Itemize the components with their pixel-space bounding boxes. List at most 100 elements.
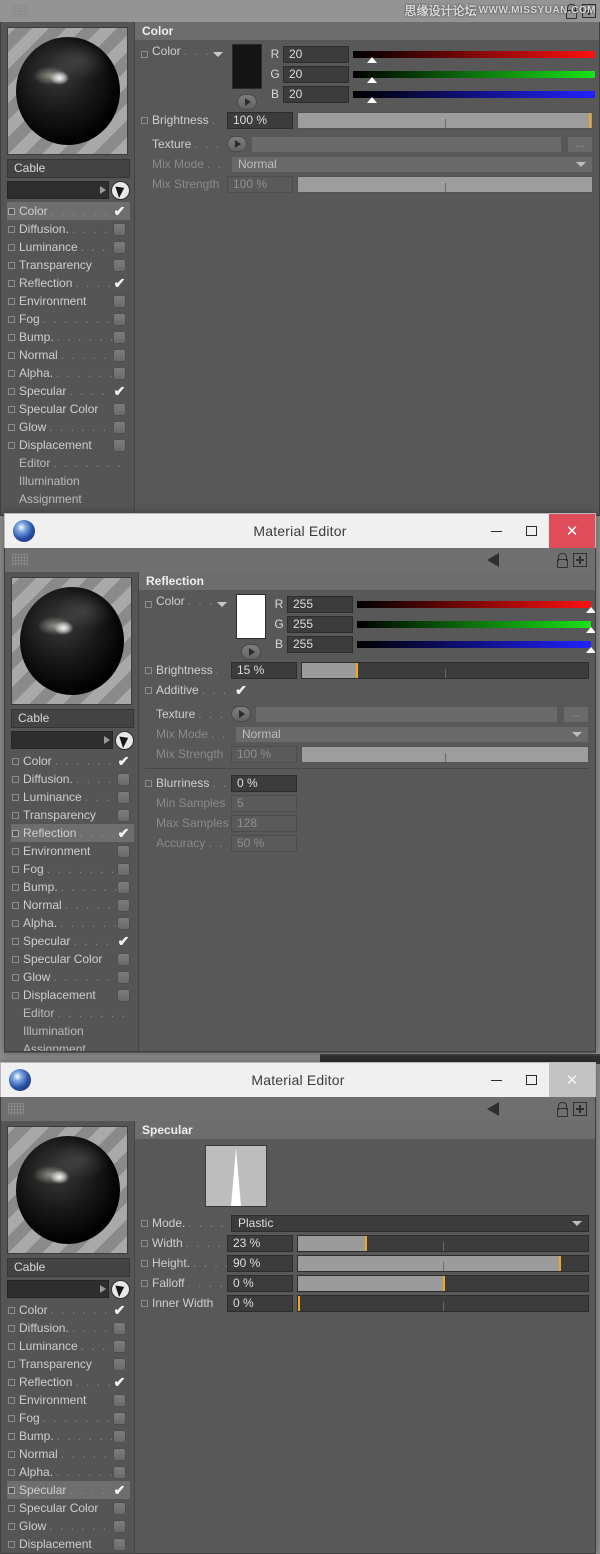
channel-row-luminance[interactable]: Luminance. . . [11, 788, 134, 806]
channel-enable-checkbox[interactable] [8, 1541, 15, 1548]
channel-row-color[interactable]: Color. . . . . . . .✔ [7, 1301, 130, 1319]
channel-row-specular[interactable]: Specular. . . . .✔ [7, 382, 130, 400]
channel-enable-checkbox[interactable] [8, 1379, 15, 1386]
color-checkbox[interactable] [145, 601, 152, 608]
channel-row-diffusion[interactable]: Diffusion.. . . . [7, 220, 130, 238]
color-expand-button[interactable] [237, 94, 257, 110]
channel-check-icon[interactable]: ✔ [111, 205, 128, 218]
channel-toggle-button[interactable] [113, 1358, 126, 1371]
innerwidth-slider[interactable] [297, 1295, 589, 1312]
mode-combo[interactable]: Plastic [231, 1215, 589, 1232]
close-button[interactable]: ✕ [549, 1063, 595, 1097]
channel-enable-checkbox[interactable] [8, 370, 15, 377]
channel-enable-checkbox[interactable] [12, 902, 19, 909]
pick-cursor-button[interactable] [111, 1280, 130, 1299]
color-chevron-down-icon[interactable] [217, 602, 227, 607]
material-preview[interactable] [7, 1126, 128, 1254]
brightness-slider[interactable] [301, 662, 589, 679]
channel-enable-checkbox[interactable] [12, 776, 19, 783]
channel-toggle-button[interactable] [117, 773, 130, 786]
channel-toggle-button[interactable] [113, 439, 126, 452]
channel-toggle-button[interactable] [113, 1538, 126, 1551]
channel-enable-checkbox[interactable] [8, 1433, 15, 1440]
texture-browse-button[interactable]: ... [567, 136, 593, 153]
channel-enable-checkbox[interactable] [8, 352, 15, 359]
mixmode-combo[interactable]: Normal [235, 726, 589, 743]
falloff-field[interactable]: 0 % [227, 1275, 293, 1292]
mixstrength-slider[interactable] [301, 746, 589, 763]
innerwidth-checkbox[interactable] [141, 1300, 148, 1307]
channel-toggle-button[interactable] [117, 953, 130, 966]
channel-toggle-button[interactable] [113, 1394, 126, 1407]
material-name-field[interactable]: Cable [11, 709, 134, 728]
window3-titlebar[interactable]: Material Editor ✕ [0, 1062, 596, 1097]
color-chevron-down-icon[interactable] [213, 52, 223, 57]
b-field[interactable]: 255 [287, 636, 353, 653]
channel-enable-checkbox[interactable] [8, 334, 15, 341]
g-slider[interactable] [357, 616, 591, 633]
b-slider[interactable] [357, 636, 591, 653]
channel-link-editor[interactable]: Editor. . . . . . . [11, 1004, 134, 1022]
brightness-checkbox[interactable] [145, 667, 152, 674]
channel-enable-checkbox[interactable] [12, 830, 19, 837]
channel-row-normal[interactable]: Normal. . . . . . [7, 346, 130, 364]
channel-toggle-button[interactable] [113, 295, 126, 308]
channel-row-color[interactable]: Color. . . . . . . .✔ [11, 752, 134, 770]
channel-row-bump[interactable]: Bump.. . . . . . . [7, 1427, 130, 1445]
channel-toggle-button[interactable] [113, 223, 126, 236]
minimize-button[interactable] [479, 514, 514, 548]
b-field[interactable]: 20 [283, 86, 349, 103]
channel-toggle-button[interactable] [113, 313, 126, 326]
channel-enable-checkbox[interactable] [8, 1505, 15, 1512]
channel-row-displacement[interactable]: Displacement [11, 986, 134, 1004]
channel-enable-checkbox[interactable] [8, 1451, 15, 1458]
channel-enable-checkbox[interactable] [8, 208, 15, 215]
additive-checkbox[interactable] [145, 687, 152, 694]
texture-browse-button[interactable]: ... [563, 706, 589, 723]
channel-toggle-button[interactable] [117, 971, 130, 984]
height-checkbox[interactable] [141, 1260, 148, 1267]
channel-link-illumination[interactable]: Illumination [7, 472, 130, 490]
maximize-button[interactable] [514, 1063, 549, 1097]
channel-row-environment[interactable]: Environment [11, 842, 134, 860]
g-slider[interactable] [353, 66, 595, 83]
r-slider[interactable] [357, 596, 591, 613]
material-preview[interactable] [7, 27, 128, 155]
texture-field[interactable] [251, 136, 562, 153]
channel-check-icon[interactable]: ✔ [111, 1484, 128, 1497]
channel-row-alpha[interactable]: Alpha.. . . . . . [7, 1463, 130, 1481]
maxsamples-field[interactable]: 128 [231, 815, 297, 832]
minsamples-field[interactable]: 5 [231, 795, 297, 812]
channel-enable-checkbox[interactable] [12, 884, 19, 891]
material-path-field[interactable] [7, 181, 109, 199]
channel-enable-checkbox[interactable] [8, 442, 15, 449]
blurriness-field[interactable]: 0 % [231, 775, 297, 792]
drag-grip-icon[interactable] [12, 554, 28, 566]
height-slider[interactable] [297, 1255, 589, 1272]
channel-row-glow[interactable]: Glow. . . . . . . . [7, 418, 130, 436]
falloff-checkbox[interactable] [141, 1280, 148, 1287]
channel-enable-checkbox[interactable] [12, 848, 19, 855]
channel-row-environment[interactable]: Environment [7, 292, 130, 310]
channel-row-environment[interactable]: Environment [7, 1391, 130, 1409]
channel-row-alpha[interactable]: Alpha.. . . . . . [7, 364, 130, 382]
channel-toggle-button[interactable] [117, 989, 130, 1002]
width-field[interactable]: 23 % [227, 1235, 293, 1252]
channel-toggle-button[interactable] [113, 421, 126, 434]
channel-enable-checkbox[interactable] [8, 1487, 15, 1494]
channel-toggle-button[interactable] [113, 1430, 126, 1443]
channel-toggle-button[interactable] [117, 881, 130, 894]
plus-box-icon[interactable] [573, 1102, 587, 1116]
brightness-slider[interactable] [297, 112, 593, 129]
channel-row-normal[interactable]: Normal. . . . . . [11, 896, 134, 914]
mixstrength-field[interactable]: 100 % [227, 176, 293, 193]
material-path-field[interactable] [7, 1280, 109, 1298]
channel-row-fog[interactable]: Fog. . . . . . . . [11, 860, 134, 878]
channel-enable-checkbox[interactable] [12, 866, 19, 873]
color-checkbox[interactable] [141, 51, 148, 58]
height-field[interactable]: 90 % [227, 1255, 293, 1272]
channel-row-bump[interactable]: Bump.. . . . . . . [7, 328, 130, 346]
channel-enable-checkbox[interactable] [8, 1397, 15, 1404]
channel-toggle-button[interactable] [113, 331, 126, 344]
close-button[interactable]: ✕ [549, 514, 595, 548]
